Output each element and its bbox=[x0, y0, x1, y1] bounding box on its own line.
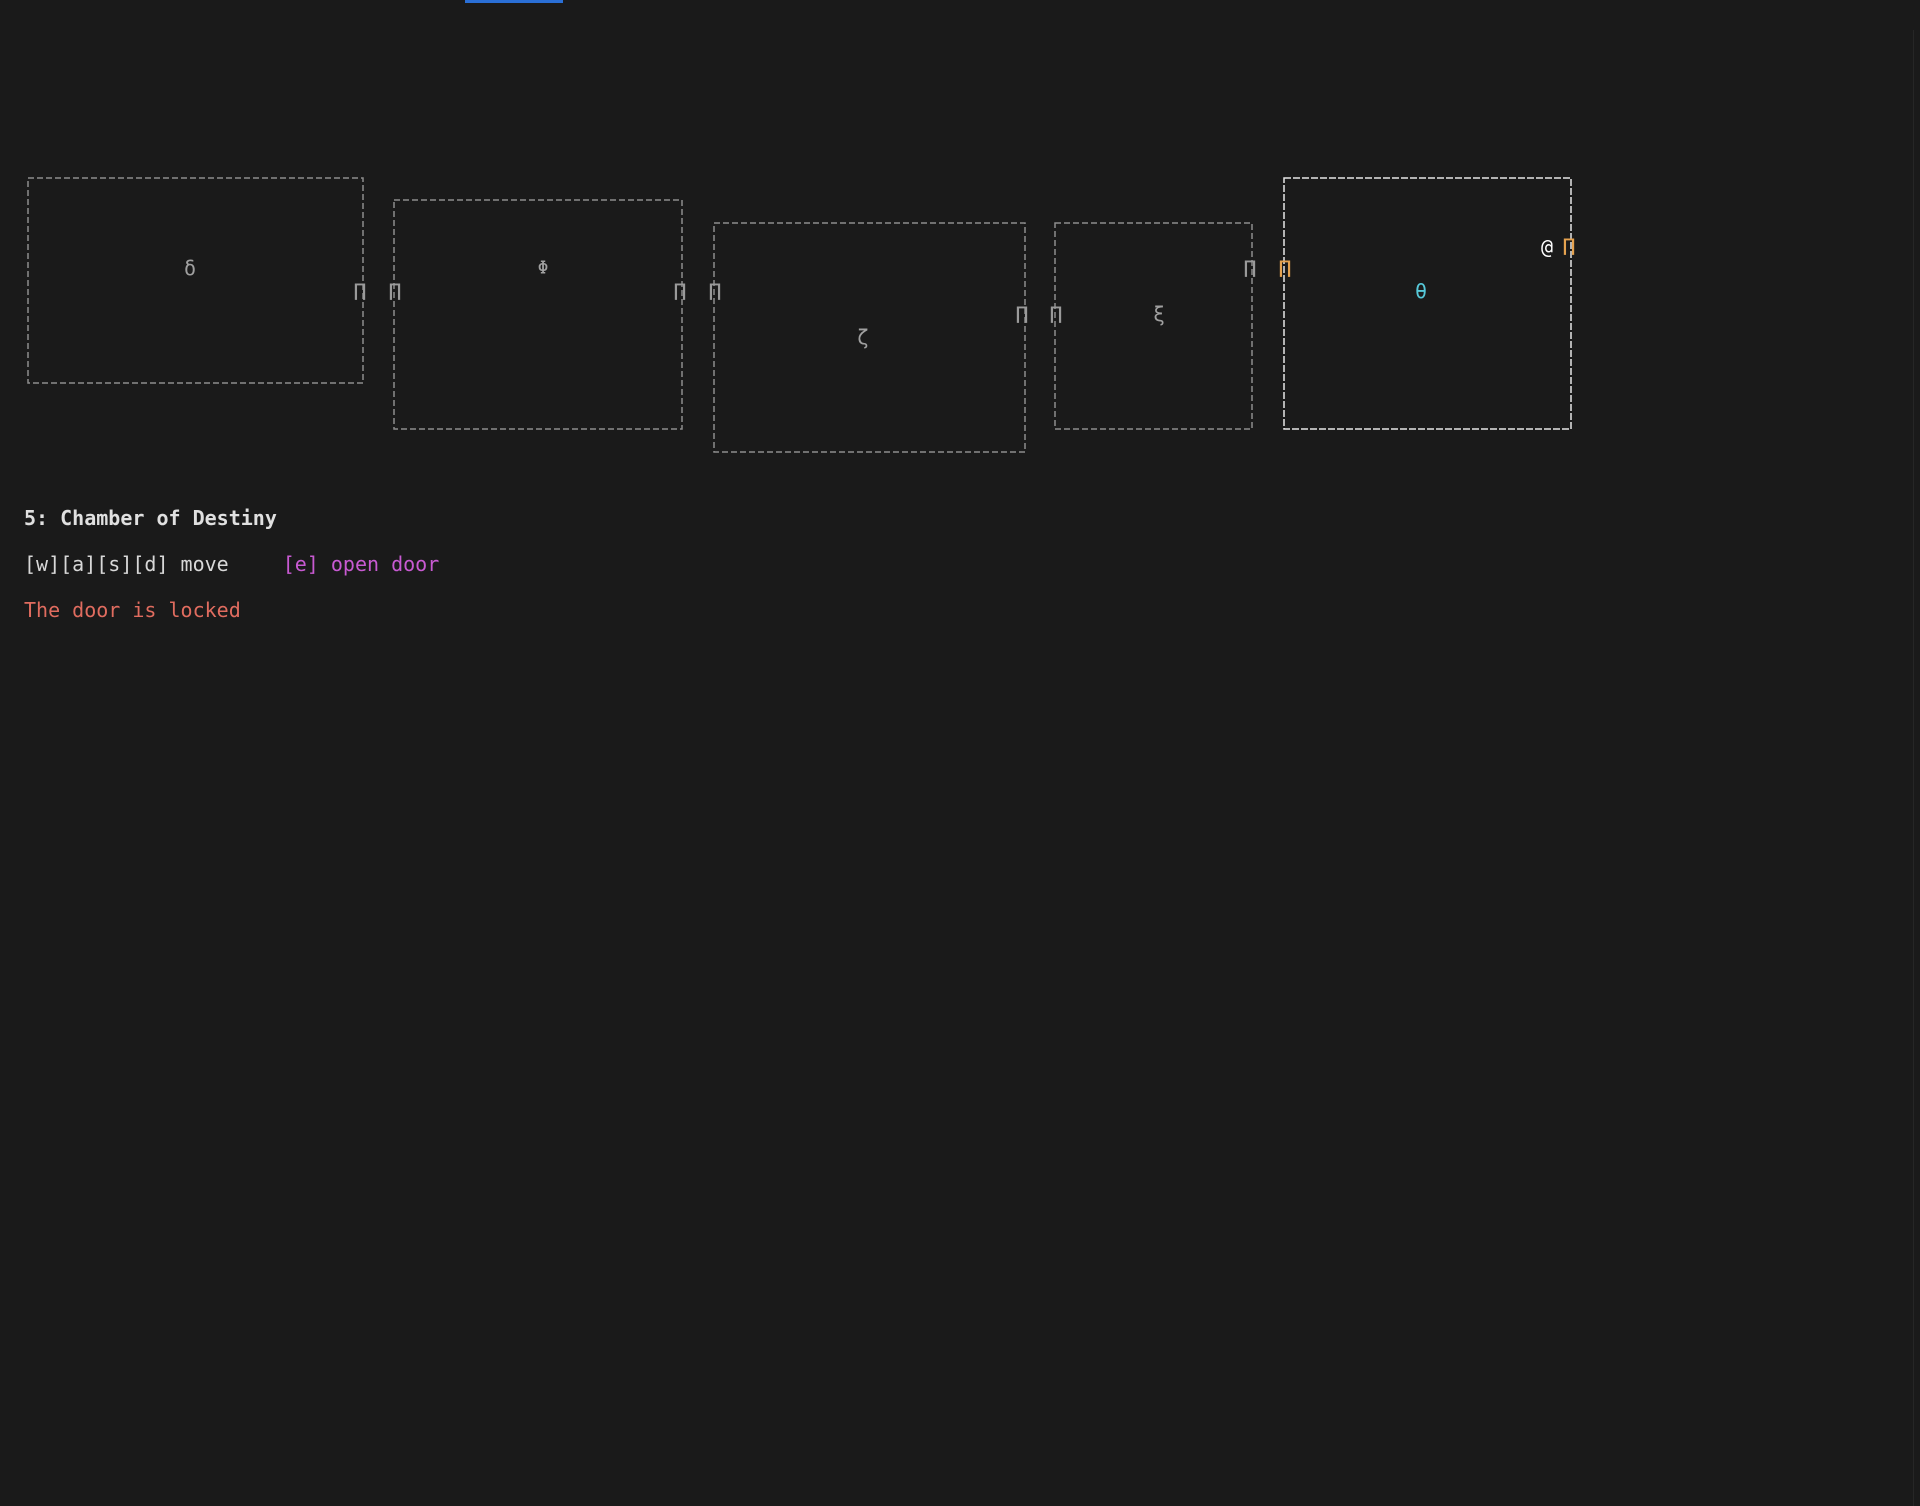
room-4-item-glyph: ξ bbox=[1153, 302, 1165, 326]
room-3-item-glyph: ζ bbox=[857, 325, 869, 349]
room-2-door-east[interactable]: Π bbox=[673, 281, 686, 306]
room-5-item-glyph[interactable]: θ bbox=[1415, 279, 1427, 303]
controls-hint: [w][a][s][d] move [e] open door bbox=[24, 552, 439, 576]
open-door-hint[interactable]: [e] open door bbox=[283, 552, 440, 576]
room-2-door-west[interactable]: Π bbox=[388, 281, 401, 306]
room-3: ζ Π Π bbox=[708, 222, 1029, 453]
room-3-door-west[interactable]: Π bbox=[708, 281, 721, 306]
room-3-door-east[interactable]: Π bbox=[1015, 304, 1028, 329]
room-1-item-glyph: δ bbox=[184, 256, 196, 280]
move-hint: [w][a][s][d] move bbox=[24, 552, 229, 576]
room-2: Φ Π Π bbox=[388, 199, 687, 430]
room-2-item-glyph: Φ bbox=[538, 258, 549, 279]
room-5-door-east[interactable]: Π bbox=[1562, 236, 1575, 261]
room-1: δ Π bbox=[27, 177, 367, 384]
room-title: 5: Chamber of Destiny bbox=[24, 506, 277, 530]
room-5: θ Π Π @ bbox=[1278, 177, 1576, 430]
room-4-door-east[interactable]: Π bbox=[1243, 258, 1256, 283]
room-1-door-east[interactable]: Π bbox=[353, 281, 366, 306]
room-4: ξ Π Π bbox=[1049, 222, 1257, 430]
room-4-door-west[interactable]: Π bbox=[1049, 304, 1062, 329]
dungeon-map: δ Π Φ Π Π ζ Π Π ξ Π Π θ Π Π @ bbox=[27, 177, 1576, 453]
room-5-door-west[interactable]: Π bbox=[1278, 258, 1291, 283]
status-message: The door is locked bbox=[24, 598, 241, 622]
player-avatar: @ bbox=[1541, 235, 1553, 259]
scrollbar[interactable] bbox=[1913, 30, 1920, 1506]
